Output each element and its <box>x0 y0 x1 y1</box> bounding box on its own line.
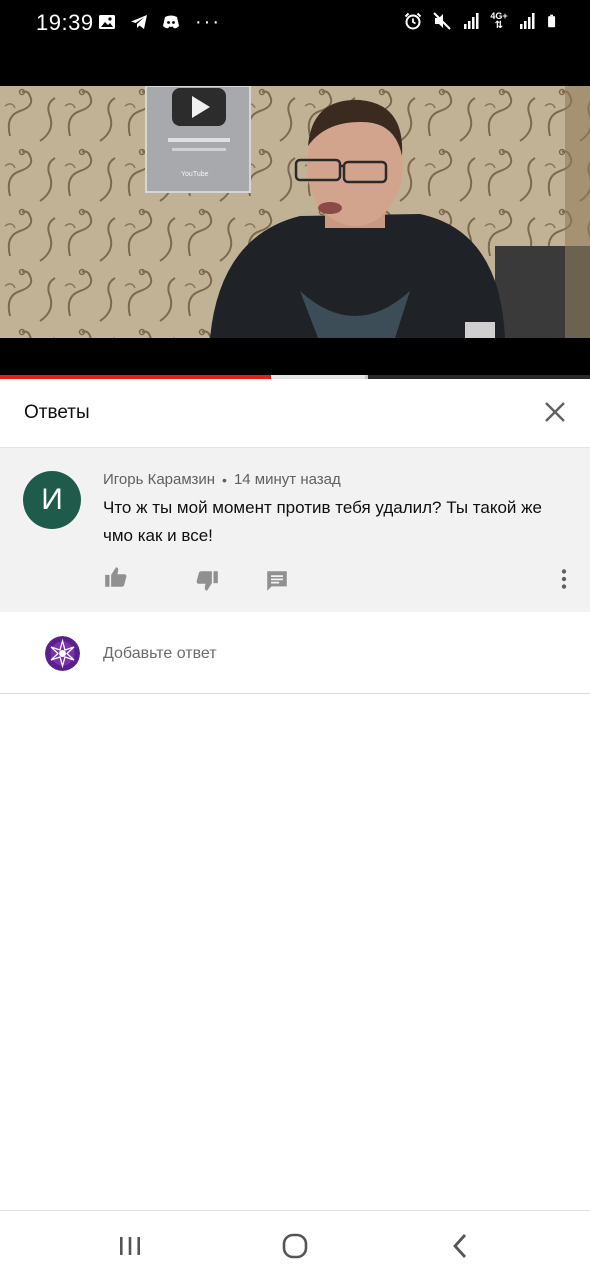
notification-icons: ··· <box>97 12 221 32</box>
discord-icon <box>163 15 179 29</box>
close-icon[interactable] <box>542 399 568 425</box>
comment-meta: Игорь Карамзин • 14 минут назад <box>103 471 341 488</box>
data-4g-icon: 4G+ ⇅ <box>490 11 508 31</box>
more-dots-icon: ··· <box>195 11 221 33</box>
comment-text: Что ж ты мой момент против тебя удалил? … <box>103 498 542 545</box>
plaque-badge: YouTube <box>181 171 209 178</box>
system-icons: 4G+ ⇅ <box>403 11 560 31</box>
video-letterbox <box>0 338 590 375</box>
like-icon[interactable] <box>103 564 129 590</box>
video-player[interactable]: YouTube <box>0 86 590 338</box>
system-nav-bar <box>0 1210 590 1281</box>
status-bar: 19:39 ··· 4G+ ⇅ <box>0 0 590 86</box>
alarm-icon <box>404 12 422 30</box>
battery-icon <box>548 14 556 28</box>
image-icon <box>99 15 115 29</box>
more-vert-icon[interactable] <box>551 566 577 592</box>
reply-input[interactable] <box>103 641 543 667</box>
reply-icon[interactable] <box>264 568 290 594</box>
reply-composer <box>0 613 590 694</box>
telegram-icon <box>131 15 147 29</box>
recent-apps-icon[interactable] <box>115 1231 145 1261</box>
comment-time: 14 минут назад <box>233 471 341 488</box>
back-icon[interactable] <box>446 1231 476 1261</box>
signal-icon <box>464 13 479 29</box>
meta-separator: • <box>222 471 227 488</box>
panel-title: Ответы <box>24 402 90 423</box>
replies-header: Ответы <box>0 379 590 448</box>
data-arrows-icon: ⇅ <box>494 19 504 31</box>
author-avatar[interactable]: И <box>23 471 81 529</box>
dislike-icon[interactable] <box>194 568 220 594</box>
mute-icon <box>433 12 451 30</box>
home-icon[interactable] <box>280 1231 310 1261</box>
signal-icon <box>520 13 535 29</box>
comment-thread: И Игорь Карамзин • 14 минут назад Что ж … <box>0 448 590 612</box>
user-avatar <box>45 636 80 671</box>
video-frame: YouTube <box>0 86 590 338</box>
status-time: 19:39 <box>36 10 94 35</box>
comment-author[interactable]: Игорь Карамзин <box>103 471 215 488</box>
